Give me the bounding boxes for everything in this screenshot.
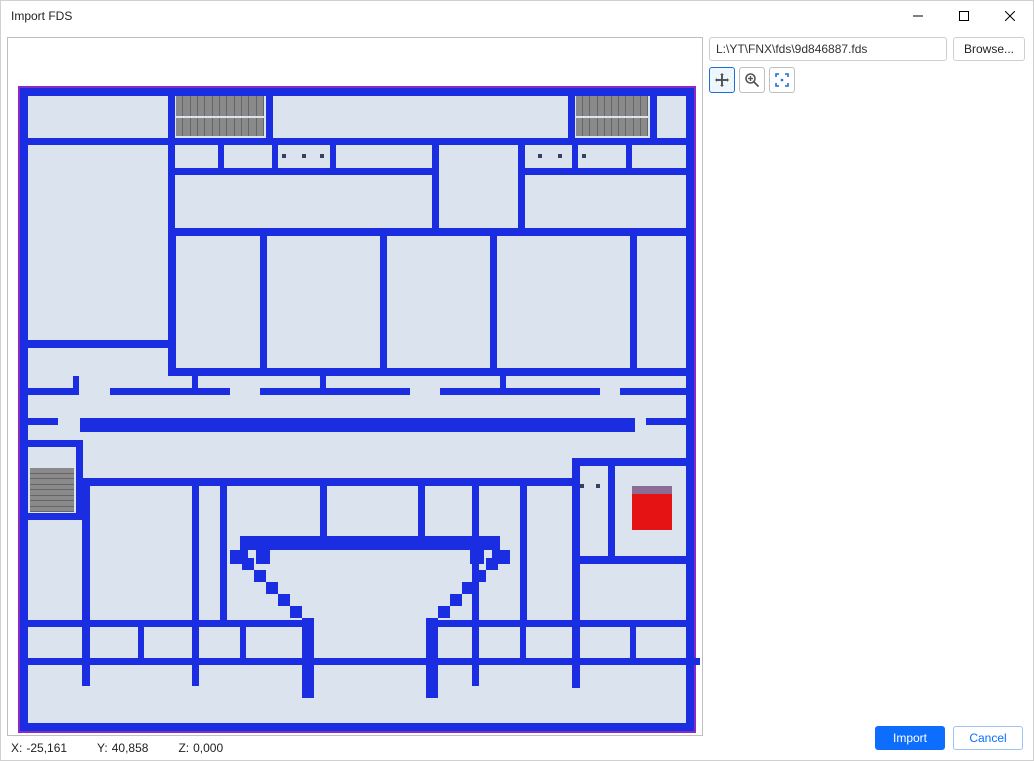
- pan-tool-button[interactable]: [709, 67, 735, 93]
- fit-icon: [774, 72, 790, 88]
- window-controls: [895, 1, 1033, 31]
- stair-top-left: [176, 96, 264, 116]
- coord-x: X:-25,161: [11, 741, 67, 755]
- titlebar: Import FDS: [1, 1, 1033, 31]
- coordinate-readout: X:-25,161 Y:40,858 Z:0,000: [7, 736, 703, 760]
- stair-top-left-2: [176, 118, 264, 136]
- stair-mid-left: [30, 468, 74, 512]
- import-button[interactable]: Import: [875, 726, 945, 750]
- preview-viewport[interactable]: [7, 37, 703, 736]
- minimize-button[interactable]: [895, 1, 941, 31]
- fire-source: [632, 486, 672, 530]
- close-button[interactable]: [987, 1, 1033, 31]
- view-toolbar: [709, 67, 1025, 93]
- coord-z: Z:0,000: [178, 741, 223, 755]
- import-fds-dialog: Import FDS: [0, 0, 1034, 761]
- cancel-button[interactable]: Cancel: [953, 726, 1023, 750]
- dialog-footer: Import Cancel: [709, 726, 1025, 760]
- zoom-tool-button[interactable]: [739, 67, 765, 93]
- file-path-input[interactable]: L:\YT\FNX\fds\9d846887.fds: [709, 37, 947, 61]
- browse-button[interactable]: Browse...: [953, 37, 1025, 61]
- floorplan-bounds: [18, 86, 696, 733]
- maximize-button[interactable]: [941, 1, 987, 31]
- zoom-icon: [744, 72, 760, 88]
- pan-icon: [714, 72, 730, 88]
- stair-top-right-2: [576, 118, 648, 136]
- window-title: Import FDS: [11, 9, 72, 23]
- floorplan: [20, 88, 694, 731]
- coord-y: Y:40,858: [97, 741, 148, 755]
- stair-top-right: [576, 96, 648, 116]
- fit-view-button[interactable]: [769, 67, 795, 93]
